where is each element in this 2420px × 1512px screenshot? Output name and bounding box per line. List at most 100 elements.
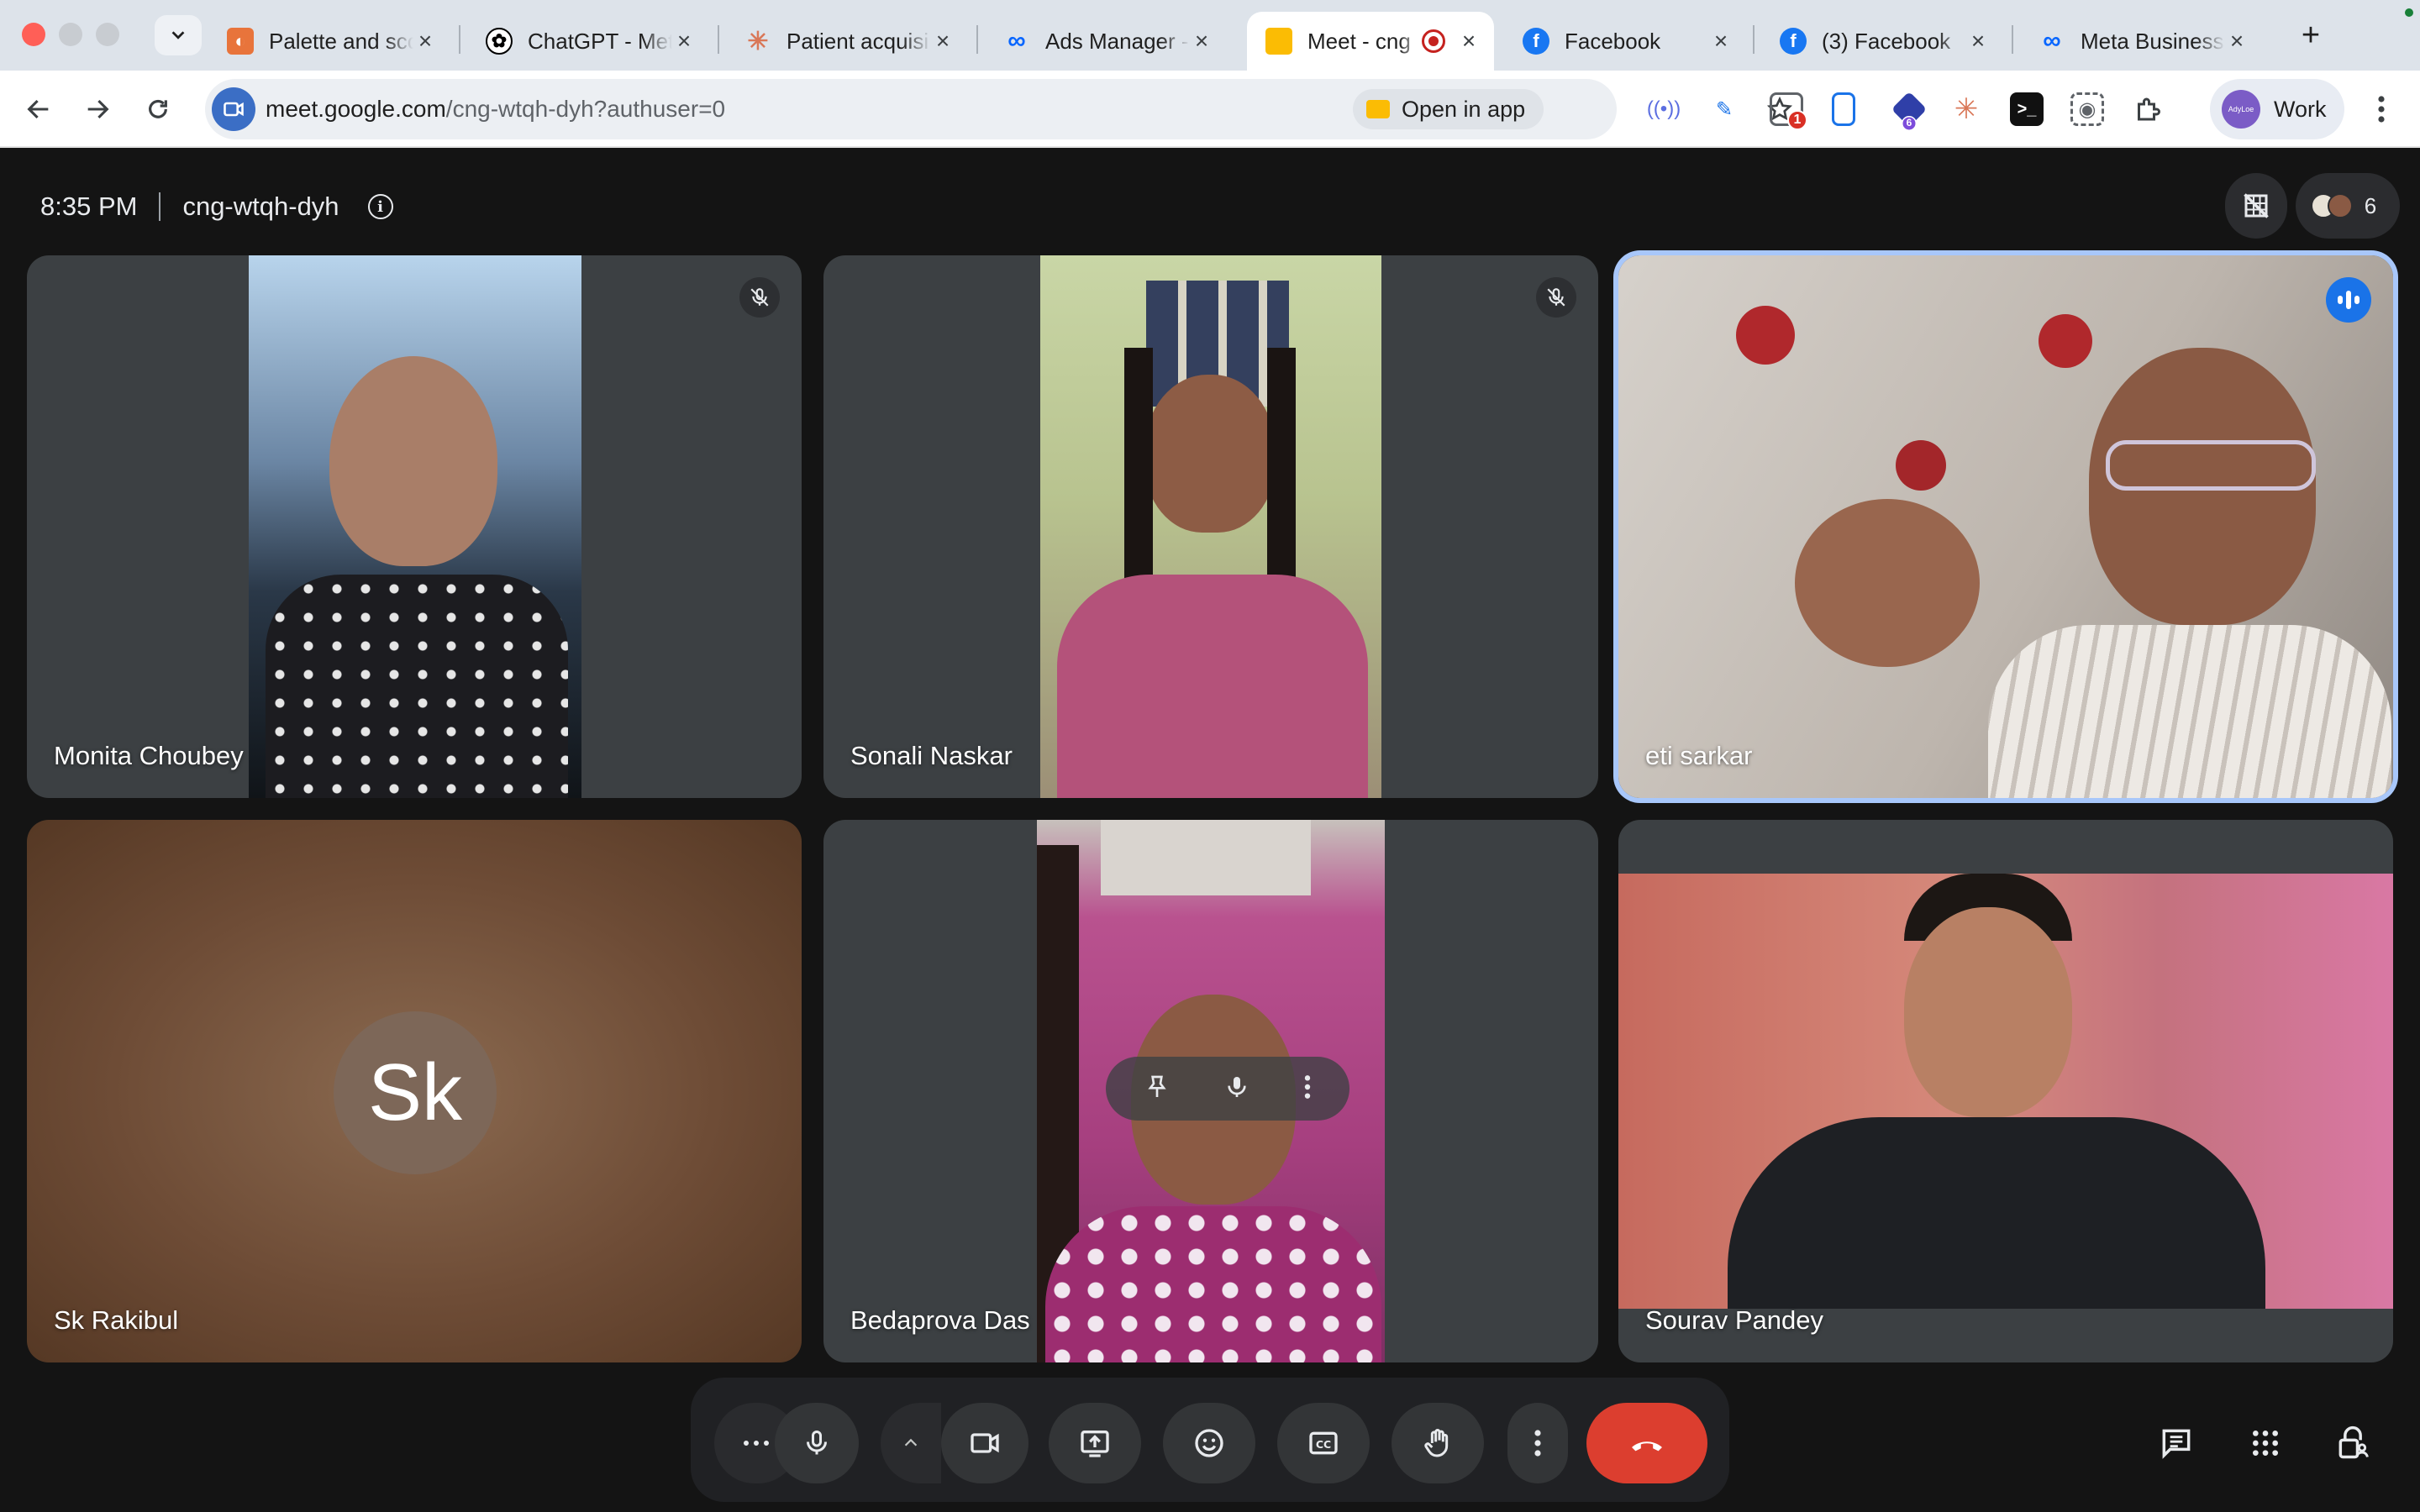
ceiling-window [1101,820,1311,895]
chat-icon [2162,1429,2191,1459]
tab-patient-acquisition[interactable]: ✳ Patient acquisi × [726,12,968,71]
host-controls-button[interactable] [2323,1413,2383,1473]
arrow-right-icon [87,99,109,119]
chat-button[interactable] [2146,1413,2207,1473]
terminal-extension-icon[interactable]: >_ [2010,92,2044,126]
header-divider [159,192,161,221]
new-tab-button[interactable]: + [2291,15,2331,55]
bookmark-extension-icon[interactable]: 6 [1891,91,1928,131]
hide-self-view-button[interactable] [2225,173,2287,239]
participant-avatars [2310,193,2353,218]
tab-search-button[interactable] [155,15,202,55]
svg-text:CC: CC [1316,1438,1331,1451]
meeting-time: 8:35 PM [40,192,138,221]
tab-facebook[interactable]: f Facebook × [1504,12,1746,71]
participant-tile[interactable]: Sk Sk Rakibul [27,820,802,1362]
participant-video [1618,874,2393,1309]
forward-button[interactable] [76,87,119,131]
close-icon[interactable]: × [2225,28,2249,55]
activities-button[interactable] [2235,1413,2296,1473]
mic-off-icon [739,277,780,318]
close-icon[interactable]: × [1709,28,1733,55]
participant-clothing [1057,575,1368,798]
pen-extension-icon[interactable]: ✎ [1707,92,1741,126]
back-button[interactable] [17,87,60,131]
tab-ads-manager[interactable]: ∞ Ads Manager - × [985,12,1227,71]
chevron-down-icon [171,31,185,39]
tab-divider [1753,25,1754,54]
maximize-window-button[interactable] [96,23,119,46]
arrow-left-icon [27,99,49,119]
participant-tile-active-speaker[interactable]: eti sarkar [1618,255,2393,798]
participant-glasses [2106,440,2316,491]
tab-meta-business[interactable]: ∞ Meta Business × [2020,12,2262,71]
meet-app-icon [1366,100,1390,118]
tab-chatgpt[interactable]: ✿ ChatGPT - Met × [467,12,709,71]
participant-clothing [1988,625,2391,798]
address-bar[interactable]: meet.google.com/cng-wtqh-dyh?authuser=0 … [205,79,1793,139]
tab-label: Patient acquisi [786,28,929,54]
site-info-icon[interactable] [212,87,255,131]
tab-label: Facebook [1565,28,1661,54]
tab-palette[interactable]: ◐ Palette and sco × [208,12,450,71]
reactions-button[interactable] [1163,1403,1255,1483]
tab-divider [459,25,460,54]
captions-icon: CC [1309,1431,1338,1455]
captions-button[interactable]: CC [1277,1403,1370,1483]
close-window-button[interactable] [22,23,45,46]
tab-divider [2012,25,2013,54]
participant-tile[interactable]: Bedaprova Das [823,820,1598,1362]
open-in-app-label: Open in app [1402,96,1526,122]
screenshot-extension-icon[interactable]: ◉ [2070,92,2104,126]
extension-badge: 6 [1902,115,1917,131]
camera-button[interactable] [941,1403,1028,1483]
participant-tile[interactable]: Monita Choubey [27,255,802,798]
profile-button[interactable]: AdyLoe Work [2210,79,2344,139]
close-icon[interactable]: × [1457,28,1481,55]
leave-call-button[interactable] [1586,1403,1707,1483]
browser-toolbar: meet.google.com/cng-wtqh-dyh?authuser=0 … [0,71,2420,148]
pin-button[interactable] [1144,1074,1171,1105]
url-text[interactable]: meet.google.com/cng-wtqh-dyh?authuser=0 [266,79,725,139]
present-button[interactable] [1049,1403,1141,1483]
url-path: /cng-wtqh-dyh?authuser=0 [445,96,726,122]
participants-button[interactable]: 6 [2296,173,2400,239]
clipboard-extension-icon[interactable] [1832,92,1855,126]
curtain-flower [2039,314,2092,368]
close-icon[interactable]: × [413,28,437,55]
info-icon[interactable]: i [367,194,393,219]
participant-name: Sourav Pandey [1645,1305,1823,1335]
open-in-app-button[interactable]: Open in app [1353,89,1544,129]
apps-grid-icon [2253,1431,2278,1456]
close-icon[interactable]: × [1966,28,1990,55]
more-options-button[interactable] [1507,1403,1568,1483]
tab-label: ChatGPT - Met [528,28,672,54]
signal-extension-icon[interactable]: ((•)) [1647,92,1681,126]
tab-label: Ads Manager - [1045,28,1189,54]
browser-tab-bar: ◐ Palette and sco × ✿ ChatGPT - Met × ✳ … [0,0,2420,71]
participant-face [329,356,497,566]
participant-tile[interactable]: Sonali Naskar [823,255,1598,798]
puzzle-icon[interactable] [2131,92,2165,126]
speaking-indicator-icon [2326,277,2371,323]
participant-options-button[interactable] [1303,1074,1312,1105]
claude-extension-icon[interactable]: ✳ [1949,92,1983,126]
microphone-button[interactable] [775,1403,859,1483]
participant-tile[interactable]: Sourav Pandey [1618,820,2393,1362]
close-icon[interactable]: × [672,28,696,55]
tab-meet[interactable]: Meet - cng × [1247,12,1494,71]
screen-capture-extension-icon[interactable]: 1 [1770,92,1807,130]
close-icon[interactable]: × [1190,28,1213,55]
browser-menu-button[interactable] [2363,91,2400,128]
more-vert-icon [1534,1430,1541,1457]
close-icon[interactable]: × [931,28,955,55]
participant-face [1144,375,1276,533]
tab-facebook-notifications[interactable]: f (3) Facebook × [1761,12,2003,71]
pin-icon [1148,1075,1166,1097]
raise-hand-button[interactable] [1392,1403,1484,1483]
reload-button[interactable] [136,87,180,131]
minimize-window-button[interactable] [59,23,82,46]
url-host: meet.google.com [266,96,446,122]
videocam-icon [224,102,244,117]
mute-participant-button[interactable] [1223,1074,1250,1105]
